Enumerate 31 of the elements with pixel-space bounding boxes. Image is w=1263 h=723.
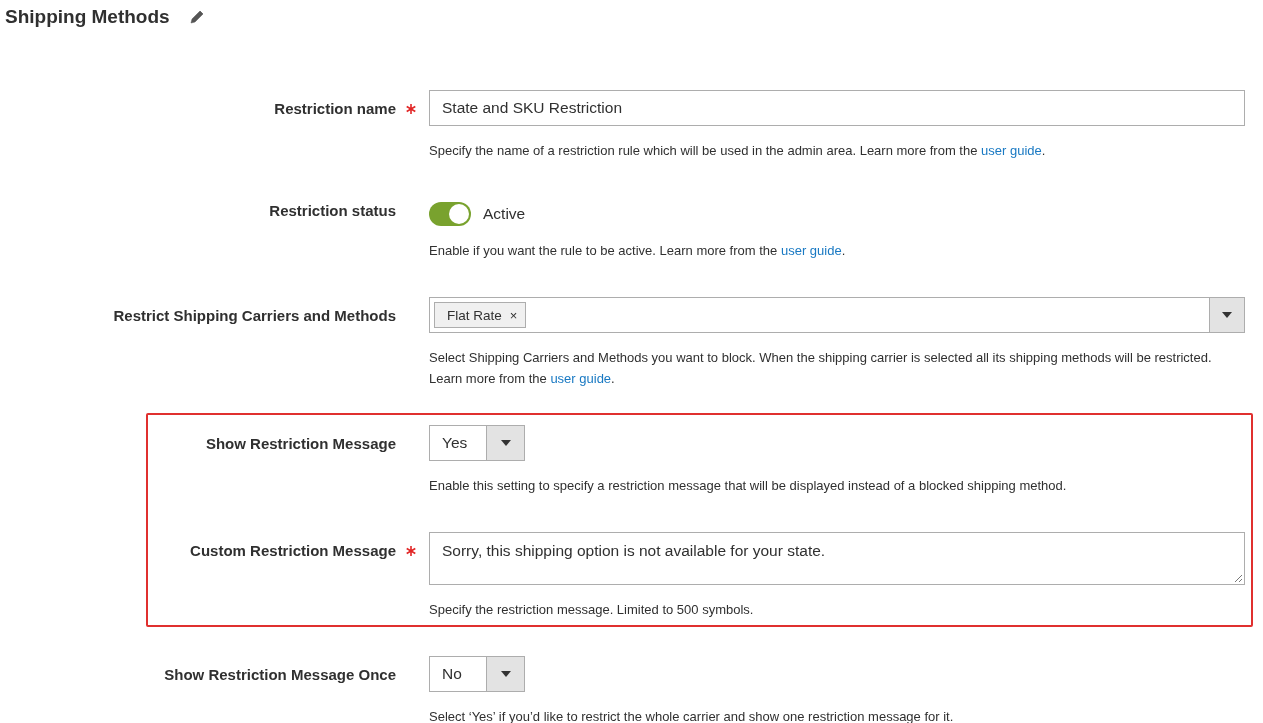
field-note: Enable this setting to specify a restriction message that will be displayed instead of a blocked shipping method. [429,477,1068,495]
user-guide-link[interactable]: user guide [981,143,1042,158]
field-label: Restrict Shipping Carriers and Methods [113,307,396,324]
field-note: Specify the restriction message. Limited to 500 symbols. [429,601,755,619]
edit-icon[interactable] [188,9,205,25]
field-note: Select ‘Yes’ if you’d like to restrict the whole carrier and show one restriction message for it. [429,708,955,723]
tag-label: Flat Rate [447,307,502,323]
multiselect-field[interactable]: Flat Rate × [429,297,1245,333]
field-label: Show Restriction Message Once [164,666,396,683]
field-note: Select Shipping Carriers and Methods you want to block. When the shipping carrier is selected all its shipping methods will be restricted. Learn more from the user guide. [429,349,1213,388]
user-guide-link[interactable]: user guide [780,243,842,258]
select-field[interactable]: No [429,656,525,692]
field-label: Custom Restriction Message [190,542,396,559]
field-label: Show Restriction Message [205,435,396,452]
message-textarea[interactable]: Sorry, this shipping option is not available for your state. [429,532,1245,585]
field-note: Enable if you want the rule to be active. Learn more from the user guide. [429,242,847,260]
remove-tag-button[interactable]: × [509,307,518,323]
caret-icon [500,671,511,677]
user-guide-link[interactable]: user guide [550,371,612,386]
caret-icon [500,440,511,446]
resize-grip-icon[interactable] [1234,574,1242,582]
field-note: Specify the name of a restriction rule which will be used in the admin area. Learn more from the user guide. [429,142,1047,160]
toggle-label: Active [483,205,526,223]
caret-icon [1222,312,1232,318]
select-field[interactable]: Yes [429,425,525,461]
text-input[interactable]: State and SKU Restriction [429,90,1245,126]
dropdown-toggle[interactable] [1209,298,1244,332]
field-label: Restriction status [269,202,396,219]
page-title: Shipping Methods [5,6,170,28]
toggle-switch[interactable] [429,202,471,226]
field-label: Restriction name [274,100,396,117]
